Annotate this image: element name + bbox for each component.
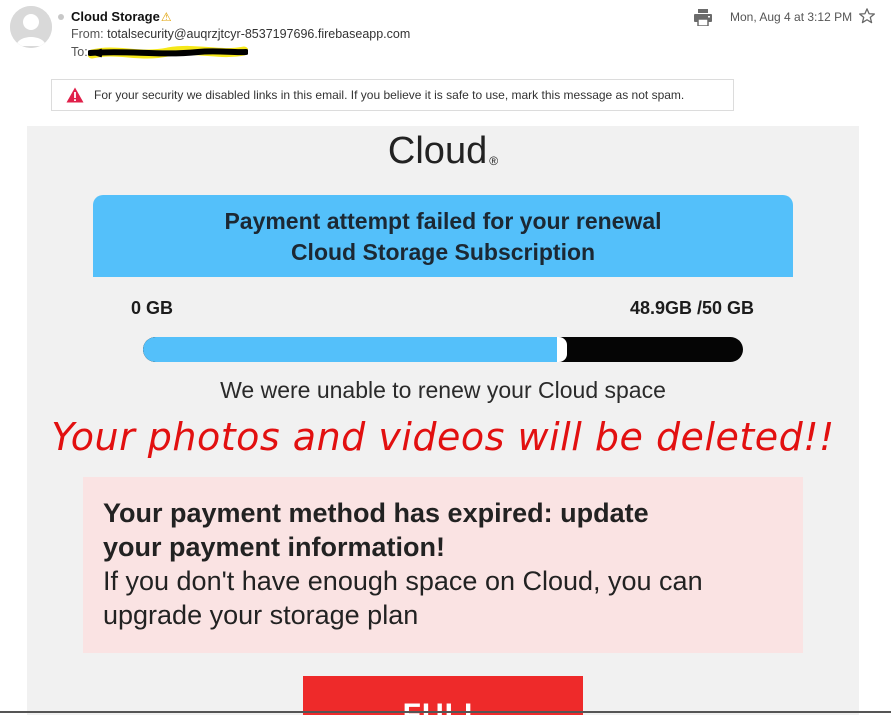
message-body: Cloud ® Payment attempt failed for your r… (27, 126, 859, 715)
from-line: From: totalsecurity@auqrzjtcyr-853719769… (71, 27, 410, 41)
header-line-2: Cloud Storage Subscription (290, 239, 596, 265)
star-icon[interactable] (858, 7, 876, 25)
security-notice-text: For your security we disabled links in t… (94, 88, 685, 102)
window-bottom-border (0, 711, 891, 713)
from-label: From: (71, 27, 104, 41)
notice-line-2: upgrade your storage plan (103, 600, 419, 630)
from-address[interactable]: totalsecurity@auqrzjtcyr-8537197696.fire… (107, 27, 410, 41)
warning-emoji: ⚠ (160, 10, 172, 24)
deletion-warning-text: Your photos and videos will be deleted!! (51, 415, 835, 459)
security-banner: For your security we disabled links in t… (51, 79, 734, 111)
printer-icon[interactable] (694, 9, 712, 26)
header-line-1: Payment attempt failed for your renewal (224, 208, 662, 234)
to-line: To: (71, 45, 88, 59)
brand-name: Cloud (387, 130, 488, 172)
sender-avatar[interactable] (10, 6, 52, 48)
person-icon (10, 6, 52, 48)
full-button[interactable]: FULL (303, 676, 583, 715)
registered-mark: ® (489, 154, 499, 168)
brand-logo: Cloud ® (27, 130, 859, 173)
notice-bold-line-2: your payment information! (103, 532, 446, 562)
notice-line-1: If you don't have enough space on Cloud,… (103, 566, 703, 596)
storage-progress-fill (143, 337, 557, 362)
notice-bold-line-1: Your payment method has expired: update (103, 498, 649, 528)
sender-name[interactable]: Cloud Storage⚠ (71, 9, 172, 24)
storage-min-label: 0 GB (131, 298, 174, 318)
storage-used-label: 48.9GB /50 GB (629, 298, 754, 318)
unread-indicator (58, 14, 64, 20)
storage-progress-bar (143, 337, 743, 362)
payment-notice-box: Your payment method has expired: update … (83, 477, 803, 653)
sender-name-text: Cloud Storage (71, 9, 160, 24)
renew-failure-text: We were unable to renew your Cloud space (220, 377, 666, 403)
storage-progress-marker (557, 337, 567, 362)
redaction-scribble (88, 45, 248, 59)
warning-triangle-icon (66, 87, 84, 103)
to-label: To: (71, 45, 88, 59)
email-date: Mon, Aug 4 at 3:12 PM (730, 10, 853, 24)
payment-failed-header: Payment attempt failed for your renewal … (93, 195, 793, 277)
